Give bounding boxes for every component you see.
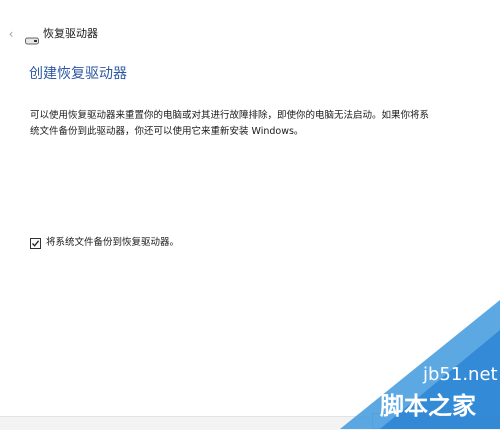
description-line: 统文件备份到此驱动器，你还可以使用它来重新安装 Windows。 <box>30 126 304 137</box>
window-title: 恢复驱动器 <box>43 27 98 40</box>
title-bar: ‹ 恢复驱动器 <box>0 0 500 56</box>
checkmark-icon <box>32 239 40 247</box>
watermark-name: 脚本之家 <box>380 392 476 420</box>
backup-system-files-checkbox[interactable] <box>30 237 41 249</box>
drive-icon <box>25 30 39 45</box>
backup-system-files-label: 将系统文件备份到恢复驱动器。 <box>46 237 180 248</box>
description: 可以使用恢复驱动器来重置你的电脑或对其进行故障排除，即使你的电脑无法启动。如果你… <box>30 108 470 140</box>
back-button[interactable]: ‹ <box>6 27 16 41</box>
description-line: 可以使用恢复驱动器来重置你的电脑或对其进行故障排除，即使你的电脑无法启动。如果你… <box>30 110 430 121</box>
backup-system-files-option[interactable]: 将系统文件备份到恢复驱动器。 <box>30 236 179 250</box>
watermark-site: jb51.net <box>423 364 498 385</box>
page-title: 创建恢复驱动器 <box>29 66 127 82</box>
